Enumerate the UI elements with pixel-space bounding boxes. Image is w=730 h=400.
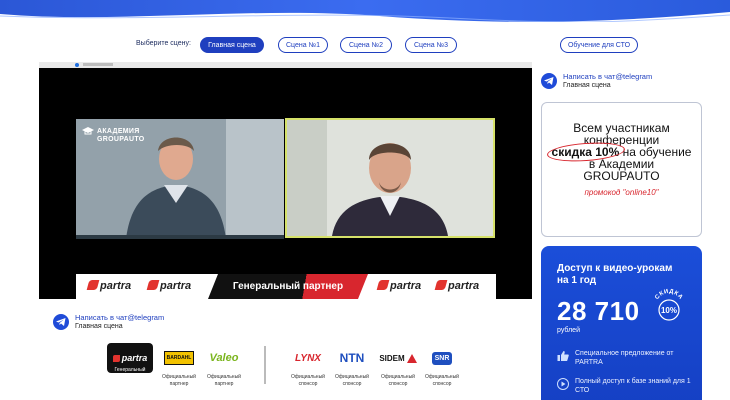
scene-button-1[interactable]: Сцена №1 <box>278 37 328 53</box>
sponsor-caption: Официальный <box>291 374 325 380</box>
general-partner-label: Генеральный партнер <box>208 274 368 299</box>
sponsor-caption-2: спонсор <box>298 381 318 387</box>
training-sto-button[interactable]: Обучение для СТО <box>560 37 638 53</box>
sponsors-row: partra Генеральный партнер BARDAHL Офици… <box>100 343 480 400</box>
speaker-video-right <box>285 118 495 238</box>
partra-logo: partra <box>146 280 191 292</box>
snr-logo: SNR <box>422 343 462 373</box>
partra-logo: partra <box>86 280 131 292</box>
sponsors-divider <box>264 346 266 384</box>
play-icon <box>557 378 569 390</box>
sidem-logo: SIDEM <box>377 343 419 373</box>
offer-currency: рублей <box>557 327 580 334</box>
scene-button-3[interactable]: Сцена №3 <box>405 37 457 53</box>
sponsor-caption: Генеральный <box>114 367 146 373</box>
speaker-figure-right <box>287 120 493 236</box>
valeo-logo: Valeo <box>209 352 239 364</box>
sponsor-caption: Официальный <box>207 374 241 380</box>
scene-button-main[interactable]: Главная сцена <box>200 37 264 53</box>
sidem-triangle-icon <box>406 353 417 363</box>
sponsor-caption-2: партнер <box>214 381 234 387</box>
offer-item-text: Специальное предложение от PARTRA <box>575 350 674 366</box>
sponsor-caption-2: спонсор <box>388 381 408 387</box>
scene-selector-label: Выберите сцену: <box>136 40 191 47</box>
sponsor-sidem[interactable]: SIDEM Официальный спонсор <box>377 343 419 387</box>
sponsor-caption-2: партнер <box>169 381 189 387</box>
telegram-chat-link[interactable]: Написать в чат@telegram <box>563 72 652 81</box>
sponsor-lynx[interactable]: LYNX Официальный спонсор <box>287 343 329 388</box>
discount-badge-value: 10% <box>661 306 677 315</box>
telegram-chat-top[interactable]: Написать в чат@telegram Главная сцена <box>541 72 652 89</box>
sponsor-caption: Официальный <box>381 374 415 380</box>
academy-overlay-logo: АКАДЕМИЯ GROUPAUTO <box>82 127 145 144</box>
partner-band: partra partra Генеральный партнер partra… <box>76 274 496 299</box>
video-player[interactable]: АКАДЕМИЯ GROUPAUTO partra partra Генерал… <box>39 62 532 299</box>
sponsor-caption-2: спонсор <box>432 381 452 387</box>
partra-logo: partra <box>434 280 479 292</box>
offer-price: 28 710 <box>557 296 640 326</box>
sponsor-partra[interactable]: partra Генеральный партнер <box>107 343 153 380</box>
sponsor-caption: Официальный <box>335 374 369 380</box>
svg-text:СКИДКА: СКИДКА <box>654 289 683 301</box>
scene-button-2[interactable]: Сцена №2 <box>340 37 392 53</box>
promo-text: Всем участникам конференции скидка 10% н… <box>542 122 701 182</box>
promo-discount-highlight: скидка 10% <box>551 145 620 159</box>
graduation-cap-icon <box>82 127 94 135</box>
offer-item-text: Полный доступ к базе знаний для 1 СТО <box>575 378 691 394</box>
academy-subtitle: GROUPAUTO <box>97 135 145 143</box>
telegram-chat-link[interactable]: Написать в чат@telegram <box>75 313 164 322</box>
academy-title: АКАДЕМИЯ <box>97 127 140 135</box>
offer-item-access: Полный доступ к базе знаний для 1 СТО <box>557 377 697 395</box>
sponsor-ntn[interactable]: NTN Официальный спонсор <box>332 343 372 387</box>
telegram-scene-label: Главная сцена <box>75 323 123 330</box>
sponsor-snr[interactable]: SNR Официальный спонсор <box>422 343 462 387</box>
telegram-icon <box>53 313 69 330</box>
telegram-icon <box>541 72 557 89</box>
lynx-logo: LYNX <box>295 352 321 364</box>
offer-item-special: Специальное предложение от PARTRA <box>557 349 697 367</box>
thumbs-up-icon <box>557 351 569 361</box>
offer-card[interactable]: Доступ к видео-урокам на 1 год 28 710 ру… <box>541 246 702 400</box>
hero-banner <box>0 0 730 22</box>
discount-badge: СКИДКА 10% <box>654 289 683 321</box>
app-icon <box>75 63 79 67</box>
partra-logo: partra <box>376 280 421 292</box>
video-window-bar <box>39 62 532 68</box>
discount-badge-label: СКИДКА <box>654 289 683 301</box>
ntn-logo: NTN <box>339 351 365 365</box>
window-title-placeholder <box>83 63 113 66</box>
sponsor-caption-2: спонсор <box>342 381 362 387</box>
bardahl-logo: BARDAHL <box>158 343 200 373</box>
scene-selector: Выберите сцену: Главная сцена Сцена №1 С… <box>0 37 730 53</box>
sponsor-caption: Официальный <box>425 374 459 380</box>
telegram-chat-bottom[interactable]: Написать в чат@telegram Главная сцена <box>53 313 164 330</box>
sponsor-caption-2: партнер <box>120 374 140 380</box>
promo-code: промокод "online10" <box>584 188 659 197</box>
telegram-scene-label: Главная сцена <box>563 82 611 89</box>
sponsor-valeo[interactable]: Valeo Официальный партнер <box>202 343 246 387</box>
speaker-video-left: АКАДЕМИЯ GROUPAUTO <box>76 119 284 239</box>
promo-card: Всем участникам конференции скидка 10% н… <box>541 102 702 237</box>
sponsor-caption: Официальный <box>162 374 196 380</box>
sponsor-bardahl[interactable]: BARDAHL Официальный партнер <box>158 343 200 387</box>
